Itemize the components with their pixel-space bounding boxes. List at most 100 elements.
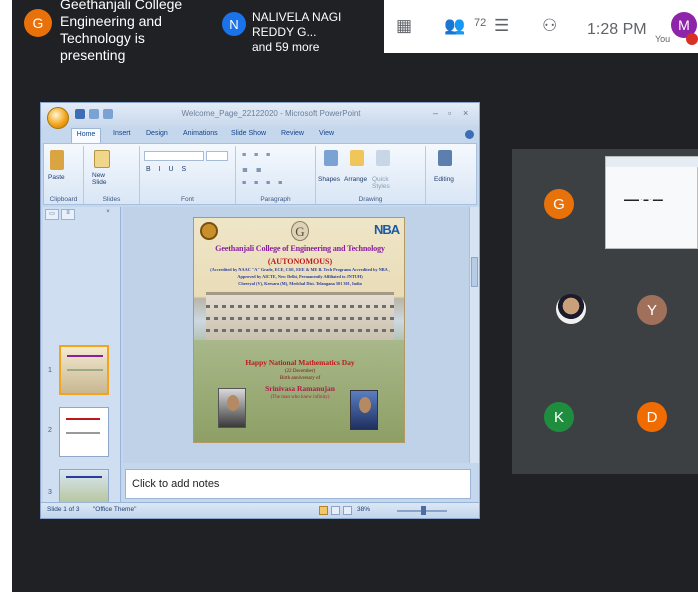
thumb-title-line — [67, 355, 103, 357]
ribbon-tabs: Home Insert Design Animations Slide Show… — [41, 127, 479, 143]
office-button-icon[interactable] — [47, 107, 69, 129]
new-slide-icon[interactable] — [94, 150, 110, 168]
participant-tile-avatar[interactable]: Y — [637, 295, 667, 325]
maximize-icon[interactable]: ▫ — [448, 108, 451, 118]
clipboard-group-label: Clipboard — [49, 196, 78, 203]
portrait-face — [227, 395, 239, 411]
font-size-field[interactable] — [206, 151, 228, 161]
pane-close-icon[interactable]: × — [101, 209, 115, 220]
paste-icon[interactable] — [50, 150, 64, 170]
binoculars-icon[interactable] — [438, 150, 452, 166]
arrange-icon[interactable] — [350, 150, 364, 166]
tile-initial: G — [553, 195, 565, 213]
grid-layout-icon[interactable]: ▦ — [396, 16, 412, 36]
mic-off-icon — [686, 33, 698, 45]
clock: 1:28 PM — [587, 21, 647, 38]
slides-tab-icon[interactable]: ▭ — [45, 209, 59, 220]
arrange-label[interactable]: Arrange — [344, 176, 367, 183]
font-group: B I U S Font — [140, 146, 236, 204]
slide-college-name: Geethanjali College of Engineering and T… — [215, 244, 385, 253]
undo-icon[interactable] — [89, 109, 99, 119]
you-label: You — [655, 34, 671, 44]
college-seal-icon — [200, 222, 218, 240]
tab-view[interactable]: View — [319, 130, 334, 137]
participant-tile-avatar[interactable]: D — [637, 402, 667, 432]
slides-group: New Slide Slides — [84, 146, 140, 204]
clipboard-group: Paste Clipboard — [44, 146, 84, 204]
indent-buttons[interactable]: ≣ ≣ — [242, 166, 265, 175]
slides-pane: ▭ ≡ × 1 2 3 — [43, 207, 121, 503]
participant-summary[interactable]: NALIVELA NAGI REDDY G... and 59 more — [252, 10, 382, 55]
quick-styles-icon[interactable] — [376, 150, 390, 166]
align-buttons[interactable]: ≡ ≡ ≡ ≡ — [242, 180, 285, 189]
paste-label[interactable]: Paste — [48, 174, 65, 181]
slide-address: Cheeryal (V), Keesara (M), Medchal Dist.… — [238, 281, 362, 286]
participant-count: 72 — [474, 17, 487, 29]
editing-label[interactable]: Editing — [434, 176, 454, 183]
slide-thumbnail[interactable] — [59, 345, 109, 395]
chat-icon[interactable]: ☰ — [494, 16, 509, 36]
zoom-slider-knob[interactable] — [421, 506, 426, 515]
campus-building-image — [206, 292, 394, 342]
drawing-group: Shapes Arrange Quick Styles Drawing — [316, 146, 426, 204]
theme-name: "Office Theme" — [93, 506, 137, 513]
slide-event: Happy National Mathematics Day — [245, 358, 355, 367]
participant-photo-avatar[interactable] — [556, 294, 586, 324]
save-icon[interactable] — [75, 109, 85, 119]
college-logo-icon: G — [291, 221, 309, 241]
ramanujan-portrait-image — [218, 388, 246, 428]
current-slide[interactable]: G NBA Geethanjali College of Engineering… — [193, 217, 405, 443]
redo-icon[interactable] — [103, 109, 113, 119]
thumb-image-line — [67, 369, 103, 371]
list-buttons[interactable]: ≡ ≡ ≡ — [242, 152, 273, 161]
font-group-label: Font — [180, 196, 194, 203]
font-format-buttons[interactable]: B I U S — [146, 166, 189, 175]
slide-scrollbar[interactable] — [469, 207, 479, 463]
slide-thumbnail[interactable] — [59, 407, 109, 457]
close-icon[interactable]: × — [463, 108, 468, 118]
font-name-field[interactable] — [144, 151, 204, 161]
ribbon: Paste Clipboard New Slide Slides B I U S… — [43, 143, 477, 205]
participant-tile-avatar[interactable]: K — [544, 402, 574, 432]
tab-design[interactable]: Design — [146, 130, 168, 137]
shapes-label[interactable]: Shapes — [318, 176, 340, 183]
people-icon[interactable]: 👥 — [444, 16, 465, 36]
presentation-tile-content: ▬▬▬ · ▬ · ▬▬ — [624, 197, 663, 203]
minimize-icon[interactable]: – — [433, 108, 438, 118]
slide-thumbnail[interactable] — [59, 469, 109, 503]
tab-slide-show[interactable]: Slide Show — [231, 130, 266, 137]
tile-initial: Y — [646, 301, 657, 319]
new-slide-label[interactable]: New Slide — [92, 172, 116, 186]
notes-pane[interactable]: Click to add notes — [125, 469, 471, 499]
thumb-number: 3 — [48, 489, 52, 496]
powerpoint-window: Welcome_Page_22122020 - Microsoft PowerP… — [40, 102, 480, 519]
participant-avatar[interactable]: N — [222, 12, 246, 36]
slides-group-label: Slides — [102, 196, 121, 203]
participant-tile-avatar[interactable]: G — [544, 189, 574, 219]
participant-name: NALIVELA NAGI REDDY G... — [252, 10, 342, 39]
normal-view-icon[interactable] — [319, 506, 328, 515]
slide-anniversary: Birth anniversary of — [279, 376, 321, 381]
nba-logo-icon: NBA — [374, 222, 400, 237]
slideshow-view-icon[interactable] — [343, 506, 352, 515]
outline-tab-icon[interactable]: ≡ — [61, 209, 75, 220]
help-icon[interactable] — [465, 130, 474, 139]
activities-icon[interactable]: ⚇ — [542, 16, 557, 36]
tab-review[interactable]: Review — [281, 130, 304, 137]
shapes-icon[interactable] — [324, 150, 338, 166]
tab-home[interactable]: Home — [71, 128, 101, 143]
presenter-avatar: G — [24, 9, 52, 37]
quick-styles-label[interactable]: Quick Styles — [372, 176, 396, 190]
building-window-row — [206, 317, 394, 320]
thumb-title-line — [66, 418, 100, 420]
tab-insert[interactable]: Insert — [113, 130, 131, 137]
tab-animations[interactable]: Animations — [183, 130, 218, 137]
thumb-number: 2 — [48, 427, 52, 434]
thumb-text-line — [66, 432, 100, 434]
pane-tabs: ▭ ≡ × — [45, 209, 117, 221]
slide-tagline: (The man who knew infinity) — [270, 395, 330, 400]
scrollbar-thumb[interactable] — [471, 257, 478, 287]
ppt-titlebar: Welcome_Page_22122020 - Microsoft PowerP… — [41, 103, 479, 129]
sorter-view-icon[interactable] — [331, 506, 340, 515]
presentation-tile[interactable]: ▬▬▬ · ▬ · ▬▬ — [605, 156, 698, 249]
